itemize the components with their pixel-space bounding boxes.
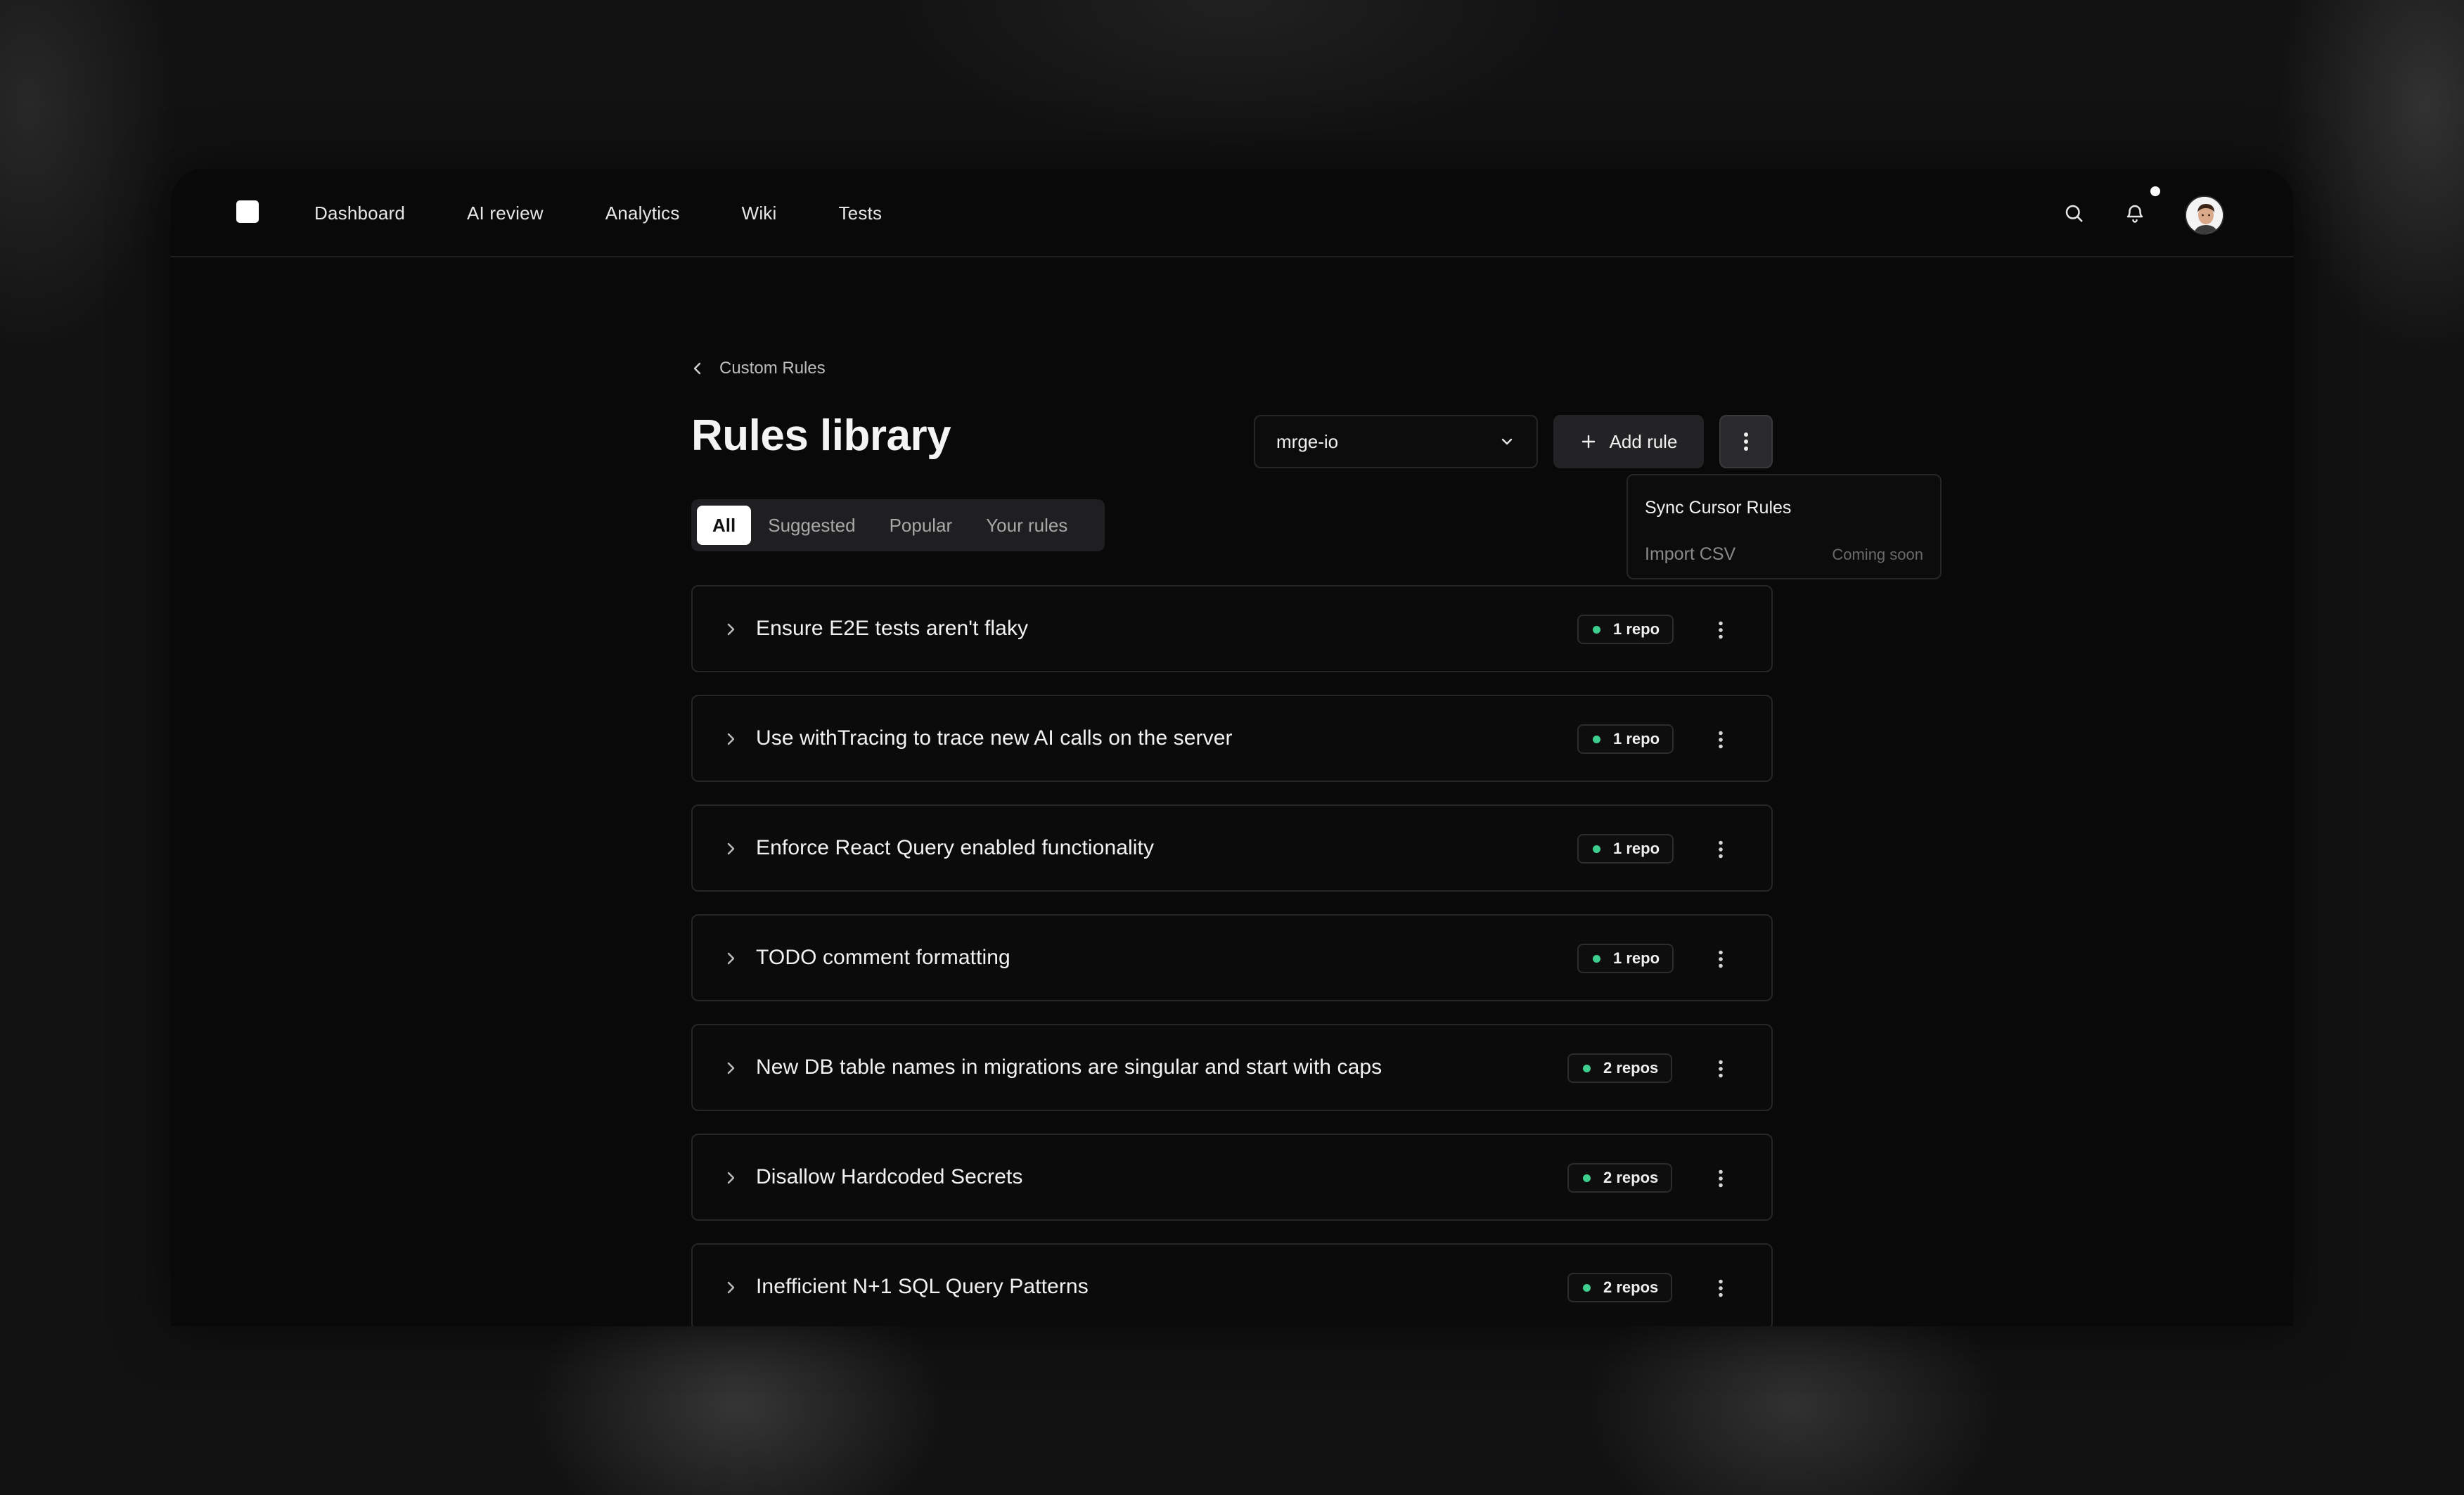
status-dot bbox=[1583, 1064, 1591, 1072]
rule-menu-button[interactable] bbox=[1705, 1273, 1736, 1304]
rule-menu-button[interactable] bbox=[1705, 834, 1736, 865]
chevron-right-icon[interactable] bbox=[724, 1058, 738, 1078]
repo-count-badge: 2 repos bbox=[1567, 1273, 1673, 1302]
tab-suggested[interactable]: Suggested bbox=[751, 506, 872, 545]
status-dot bbox=[1593, 735, 1600, 743]
org-select[interactable]: mrge-io bbox=[1254, 415, 1538, 468]
more-vertical-icon bbox=[1719, 621, 1723, 639]
rule-row[interactable]: Use withTracing to trace new AI calls on… bbox=[691, 695, 1773, 782]
nav-item-tests[interactable]: Tests bbox=[838, 203, 882, 224]
more-vertical-icon bbox=[1719, 950, 1723, 968]
repo-count: 2 repos bbox=[1603, 1278, 1659, 1296]
more-vertical-icon bbox=[1719, 731, 1723, 749]
repo-count: 1 repo bbox=[1613, 620, 1660, 638]
more-vertical-icon bbox=[1719, 840, 1723, 859]
chevron-right-icon[interactable] bbox=[724, 949, 738, 968]
rule-row[interactable]: Disallow Hardcoded Secrets 2 repos bbox=[691, 1134, 1773, 1221]
rule-title: Enforce React Query enabled functionalit… bbox=[756, 836, 1155, 859]
search-button[interactable] bbox=[2058, 198, 2089, 229]
rule-title: New DB table names in migrations are sin… bbox=[756, 1056, 1382, 1079]
nav-item-wiki[interactable]: Wiki bbox=[742, 203, 777, 224]
rule-title: Ensure E2E tests aren't flaky bbox=[756, 617, 1029, 640]
rule-menu-button[interactable] bbox=[1705, 724, 1736, 755]
repo-count: 1 repo bbox=[1613, 949, 1660, 967]
chevron-right-icon[interactable] bbox=[724, 729, 738, 749]
chevron-right-icon[interactable] bbox=[724, 620, 738, 639]
notification-dot bbox=[2150, 186, 2160, 196]
rule-row[interactable]: New DB table names in migrations are sin… bbox=[691, 1024, 1773, 1111]
rule-title: Disallow Hardcoded Secrets bbox=[756, 1165, 1023, 1188]
repo-count-badge: 2 repos bbox=[1567, 1163, 1673, 1193]
nav-item-ai-review[interactable]: AI review bbox=[467, 203, 544, 224]
repo-count-badge: 1 repo bbox=[1577, 615, 1674, 644]
repo-count: 2 repos bbox=[1603, 1059, 1659, 1077]
chevron-right-icon[interactable] bbox=[724, 839, 738, 859]
tab-popular[interactable]: Popular bbox=[873, 506, 970, 545]
avatar[interactable] bbox=[2185, 195, 2224, 235]
menu-item-import-csv: Import CSV bbox=[1645, 544, 1736, 564]
rule-row[interactable]: Inefficient N+1 SQL Query Patterns 2 rep… bbox=[691, 1243, 1773, 1326]
add-rule-label: Add rule bbox=[1609, 430, 1678, 452]
main-nav: Dashboard AI review Analytics Wiki Tests bbox=[314, 169, 944, 257]
rule-title: TODO comment formatting bbox=[756, 946, 1010, 969]
rule-title: Inefficient N+1 SQL Query Patterns bbox=[756, 1275, 1089, 1298]
repo-count: 1 repo bbox=[1613, 730, 1660, 748]
rule-menu-button[interactable] bbox=[1705, 615, 1736, 646]
tab-all[interactable]: All bbox=[697, 506, 752, 545]
coming-soon-label: Coming soon bbox=[1832, 546, 1923, 563]
status-dot bbox=[1583, 1283, 1591, 1292]
chevron-right-icon[interactable] bbox=[724, 1278, 738, 1297]
bell-icon bbox=[2126, 205, 2143, 223]
breadcrumb-label: Custom Rules bbox=[719, 359, 826, 378]
breadcrumb[interactable]: Custom Rules bbox=[691, 357, 826, 380]
filter-tabs: All Suggested Popular Your rules bbox=[691, 499, 1105, 551]
top-navbar: Dashboard AI review Analytics Wiki Tests bbox=[171, 169, 2293, 257]
repo-count-badge: 1 repo bbox=[1577, 834, 1674, 864]
rule-row[interactable]: TODO comment formatting 1 repo bbox=[691, 914, 1773, 1001]
rule-row[interactable]: Ensure E2E tests aren't flaky 1 repo bbox=[691, 585, 1773, 672]
more-options-button[interactable] bbox=[1719, 415, 1773, 468]
page-title: Rules library bbox=[691, 411, 951, 460]
more-vertical-icon bbox=[1719, 1279, 1723, 1297]
chevron-left-icon bbox=[693, 362, 701, 375]
status-dot bbox=[1593, 954, 1600, 963]
rule-row[interactable]: Enforce React Query enabled functionalit… bbox=[691, 804, 1773, 892]
more-vertical-icon bbox=[1744, 432, 1748, 451]
rule-menu-button[interactable] bbox=[1705, 1163, 1736, 1194]
repo-count-badge: 1 repo bbox=[1577, 944, 1674, 973]
status-dot bbox=[1593, 845, 1600, 853]
repo-count: 2 repos bbox=[1603, 1169, 1659, 1186]
more-vertical-icon bbox=[1719, 1169, 1723, 1188]
rule-menu-button[interactable] bbox=[1705, 1053, 1736, 1084]
rule-title: Use withTracing to trace new AI calls on… bbox=[756, 726, 1233, 750]
chevron-right-icon[interactable] bbox=[724, 1168, 738, 1188]
search-icon bbox=[2065, 205, 2083, 222]
app-window: Dashboard AI review Analytics Wiki Tests bbox=[171, 169, 2293, 1326]
nav-item-dashboard[interactable]: Dashboard bbox=[314, 203, 405, 224]
repo-count-badge: 1 repo bbox=[1577, 724, 1674, 754]
add-rule-button[interactable]: Add rule bbox=[1553, 415, 1704, 468]
org-select-value: mrge-io bbox=[1276, 430, 1339, 452]
more-vertical-icon bbox=[1719, 1060, 1723, 1078]
menu-item-sync-cursor-rules[interactable]: Sync Cursor Rules bbox=[1645, 498, 1791, 518]
status-dot bbox=[1583, 1174, 1591, 1182]
plus-icon bbox=[1581, 435, 1595, 449]
status-dot bbox=[1593, 625, 1600, 634]
rule-menu-button[interactable] bbox=[1705, 944, 1736, 975]
tab-your-rules[interactable]: Your rules bbox=[969, 506, 1084, 545]
more-options-menu: Sync Cursor Rules Import CSV Coming soon bbox=[1626, 474, 1942, 579]
chevron-down-icon bbox=[1501, 438, 1513, 445]
repo-count: 1 repo bbox=[1613, 840, 1660, 857]
nav-item-analytics[interactable]: Analytics bbox=[605, 203, 680, 224]
user-avatar-icon bbox=[2186, 197, 2223, 233]
logo-icon[interactable] bbox=[236, 200, 259, 223]
notifications-button[interactable] bbox=[2119, 198, 2150, 229]
repo-count-badge: 2 repos bbox=[1567, 1053, 1673, 1083]
